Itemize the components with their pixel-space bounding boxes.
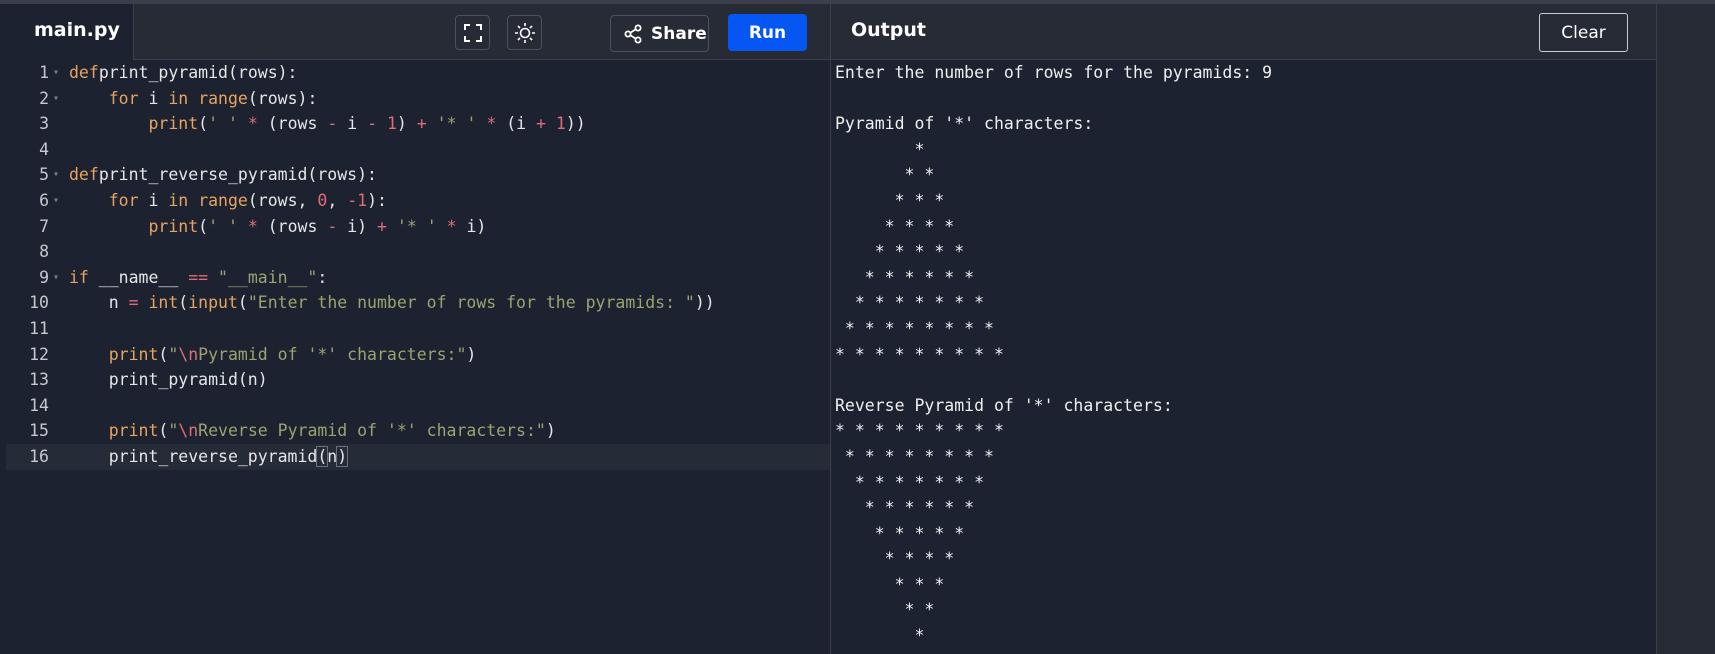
line-number: 11 <box>29 318 49 338</box>
fold-arrow-icon[interactable]: ▾ <box>53 60 59 86</box>
code-editor-pane: main.py Share Run 1 ▾ defprint_pyramid(row… <box>6 4 830 654</box>
theme-toggle-button[interactable] <box>507 15 542 50</box>
output-line: Enter the number of rows for the pyramid… <box>835 63 1273 82</box>
code-line[interactable]: 12 print("\nPyramid of '*' characters:") <box>6 342 830 368</box>
code-line[interactable]: 14 <box>6 393 830 419</box>
code-line[interactable]: 4 <box>6 137 830 163</box>
file-tab-main-py[interactable]: main.py <box>6 4 134 60</box>
line-number: 4 <box>39 139 49 159</box>
output-line: * * * * * * * * * <box>835 421 1014 441</box>
line-number: 5 <box>39 165 49 185</box>
code-line[interactable]: 7 print(' ' * (rows - i) + '* ' * i) <box>6 214 830 240</box>
code-text: print(' ' * (rows - i - 1) + '* ' * (i +… <box>148 114 586 134</box>
code-area[interactable]: 1 ▾ defprint_pyramid(rows): 2 ▾ for i in ran… <box>6 60 830 470</box>
line-number: 2 <box>39 88 49 108</box>
code-line[interactable]: 9 ▾ if __name__ == "__main__": <box>6 265 830 291</box>
output-line: * * <box>835 600 945 620</box>
editor-toolbar: main.py Share Run <box>6 4 830 60</box>
code-text: n = int(input("Enter the number of rows … <box>69 293 715 313</box>
line-number: 9 <box>39 267 49 287</box>
code-line[interactable]: 13 print_pyramid(n) <box>6 367 830 393</box>
line-number: 16 <box>29 446 49 466</box>
fold-arrow-icon[interactable]: ▾ <box>53 162 59 188</box>
output-line: * * * <box>835 190 955 210</box>
output-line: * * <box>835 165 945 185</box>
line-number: 7 <box>39 216 49 236</box>
output-line: * * * * * * * * <box>835 446 1004 466</box>
code-line[interactable]: 15 print("\nReverse Pyramid of '*' chara… <box>6 418 830 444</box>
line-number: 3 <box>39 114 49 134</box>
output-line: Pyramid of '*' characters: <box>835 114 1094 134</box>
line-number: 14 <box>29 395 49 415</box>
line-number: 12 <box>29 344 49 364</box>
output-line: Reverse Pyramid of '*' characters: <box>835 395 1173 415</box>
line-number: 15 <box>29 421 49 441</box>
code-text: defprint_pyramid(rows): <box>69 63 298 82</box>
output-header: Output Clear <box>831 4 1657 60</box>
line-number: 8 <box>39 242 49 262</box>
code-text: if __name__ == "__main__": <box>69 267 328 287</box>
share-button[interactable]: Share <box>610 15 709 52</box>
fold-arrow-icon[interactable]: ▾ <box>53 86 59 112</box>
code-line[interactable]: 10 n = int(input("Enter the number of ro… <box>6 290 830 316</box>
output-line: * * * <box>835 574 955 594</box>
code-line[interactable]: 8 <box>6 239 830 265</box>
code-text: for i in range(rows, 0, -1): <box>108 190 387 210</box>
output-console: Enter the number of rows for the pyramid… <box>835 60 1272 649</box>
run-button[interactable]: Run <box>728 14 807 51</box>
share-icon <box>624 24 642 43</box>
code-text: print(' ' * (rows - i) + '* ' * i) <box>148 216 487 236</box>
code-line[interactable]: 5 ▾ defprint_reverse_pyramid(rows): <box>6 162 830 188</box>
output-line: * * * * * * <box>835 267 985 287</box>
fold-arrow-icon[interactable]: ▾ <box>53 188 59 214</box>
code-line[interactable]: 1 ▾ defprint_pyramid(rows): <box>6 60 830 86</box>
output-line: * * * * * * <box>835 498 985 518</box>
code-text: for i in range(rows): <box>108 88 318 108</box>
code-line[interactable]: 2 ▾ for i in range(rows): <box>6 86 830 112</box>
share-button-label: Share <box>651 23 707 44</box>
code-line[interactable]: 16 print_reverse_pyramid(n) <box>6 443 830 470</box>
code-line[interactable]: 6 ▾ for i in range(rows, 0, -1): <box>6 188 830 214</box>
code-text: print_reverse_pyramid(n) <box>69 445 349 467</box>
code-text: defprint_reverse_pyramid(rows): <box>69 165 377 185</box>
output-line: * * * * * * * <box>835 293 994 313</box>
output-line: * * * * * * * * * <box>835 344 1014 364</box>
line-number: 6 <box>39 190 49 210</box>
output-title: Output <box>851 19 926 41</box>
line-number: 13 <box>29 370 49 390</box>
fullscreen-icon <box>463 23 482 42</box>
line-number: 1 <box>39 63 49 82</box>
output-pane: Output Clear Enter the number of rows fo… <box>830 4 1657 654</box>
code-text: print_pyramid(n) <box>69 370 268 390</box>
output-line: * <box>835 626 935 646</box>
output-line: * * * * <box>835 549 965 569</box>
right-gutter <box>1656 4 1715 654</box>
output-line: * * * * * <box>835 523 975 543</box>
sun-icon <box>514 22 535 43</box>
fullscreen-button[interactable] <box>455 15 490 50</box>
output-line: * * * * * * * * <box>835 318 1004 338</box>
fold-arrow-icon[interactable]: ▾ <box>53 265 59 291</box>
output-line: * * * * * * * <box>835 472 994 492</box>
code-line[interactable]: 11 <box>6 316 830 342</box>
code-text: print("\nPyramid of '*' characters:") <box>108 344 477 364</box>
clear-button[interactable]: Clear <box>1539 13 1628 52</box>
output-line: * * * * * <box>835 242 975 262</box>
line-number: 10 <box>29 293 49 313</box>
code-text: print("\nReverse Pyramid of '*' characte… <box>108 421 556 441</box>
output-line: * <box>835 139 935 159</box>
file-tab-label: main.py <box>34 19 120 41</box>
output-line: * * * * <box>835 216 965 236</box>
code-line[interactable]: 3 print(' ' * (rows - i - 1) + '* ' * (i… <box>6 111 830 137</box>
